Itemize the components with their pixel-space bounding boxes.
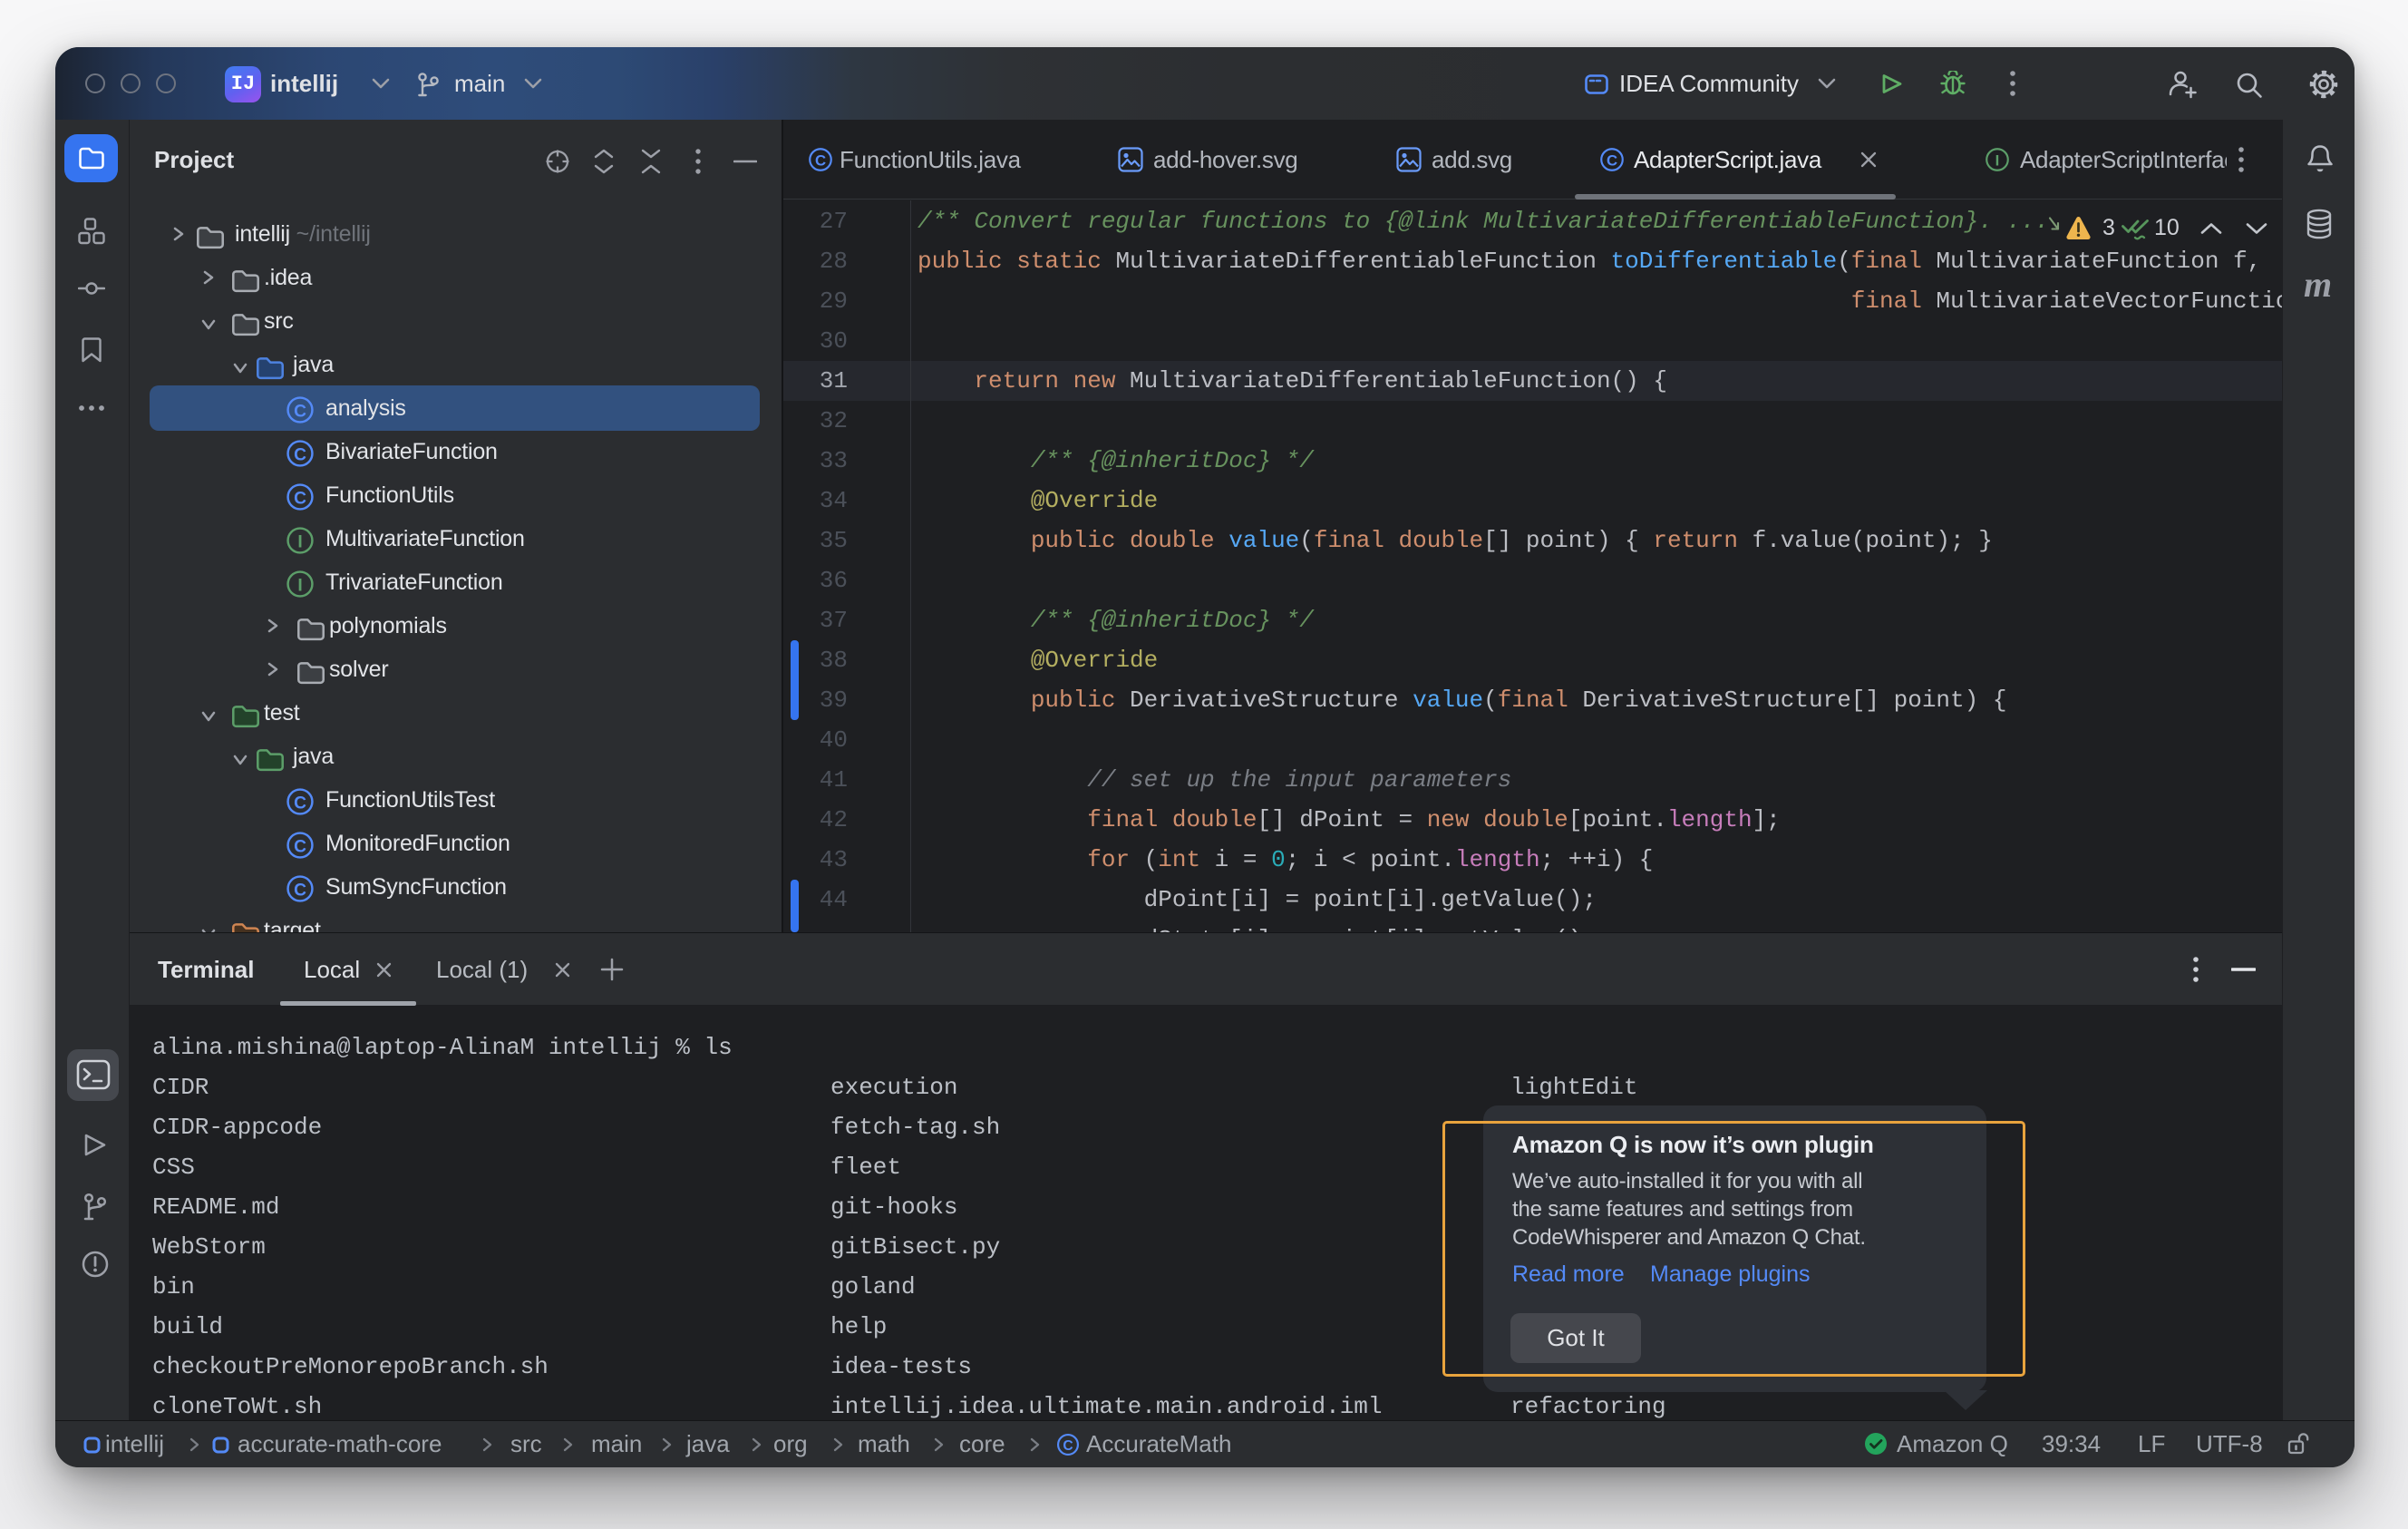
svg-text:I: I [297, 576, 302, 595]
svg-text:C: C [294, 794, 306, 813]
svg-text:C: C [294, 837, 306, 856]
svg-text:C: C [1063, 1438, 1073, 1454]
svg-text:C: C [294, 489, 306, 508]
svg-text:C: C [294, 445, 306, 464]
svg-text:C: C [294, 881, 306, 900]
svg-text:C: C [1607, 152, 1617, 170]
svg-text:C: C [815, 152, 826, 170]
svg-text:I: I [297, 532, 302, 551]
svg-text:C: C [294, 402, 306, 421]
svg-text:I: I [1995, 152, 2000, 170]
